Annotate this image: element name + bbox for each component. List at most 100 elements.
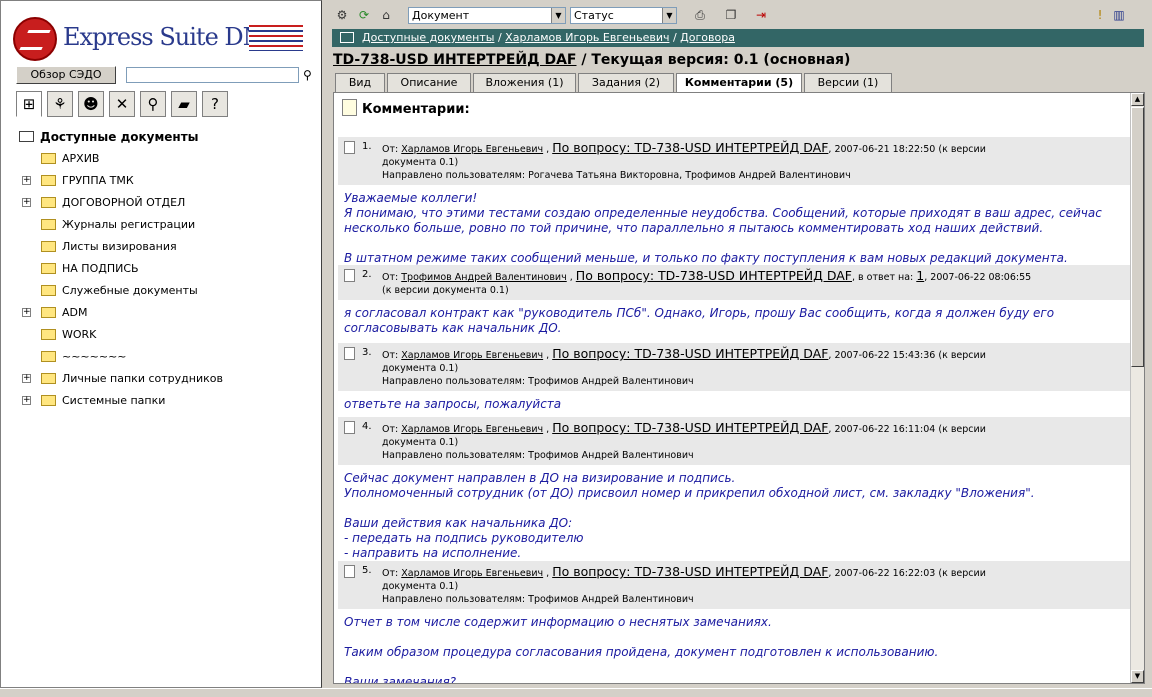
directed-label: Направлено пользователям:	[382, 594, 526, 605]
document-type-select[interactable]: Документ ▼	[408, 7, 566, 24]
stats-icon[interactable]: ▥	[1110, 6, 1128, 24]
expand-icon[interactable]: +	[22, 308, 31, 317]
document-icon[interactable]	[344, 565, 355, 578]
document-link[interactable]: TD-738-USD ИНТЕРТРЕЙД DAF	[333, 52, 576, 68]
scrollbar[interactable]: ▲ ▼	[1130, 93, 1144, 683]
reply-link[interactable]: 1	[916, 268, 924, 283]
tree-root[interactable]: Доступные документы	[19, 126, 314, 148]
alert-icon[interactable]: !	[1091, 6, 1109, 24]
comment-meta: От: Харламов Игорь Евгеньевич , По вопро…	[382, 346, 986, 361]
tree-icon[interactable]: ⊞	[16, 91, 42, 117]
refresh-icon[interactable]: ⟳	[355, 6, 373, 24]
comment-subject[interactable]: По вопросу: TD-738-USD ИНТЕРТРЕЙД DAF	[576, 268, 852, 283]
tree-item[interactable]: ~~~~~~~	[19, 346, 314, 368]
directed-label: Направлено пользователям:	[382, 170, 526, 181]
tree-item-label: ДОГОВОРНОЙ ОТДЕЛ	[62, 196, 186, 209]
document-icon[interactable]	[344, 269, 355, 282]
tab-comments[interactable]: Комментарии (5)	[676, 73, 802, 93]
from-label: От:	[382, 424, 399, 435]
tree-item[interactable]: Листы визирования	[19, 236, 314, 258]
tree-sync-icon[interactable]: ⚙	[333, 6, 351, 24]
comment-subject[interactable]: По вопросу: TD-738-USD ИНТЕРТРЕЙД DAF	[552, 420, 828, 435]
tree-item-label: ГРУППА ТМК	[62, 174, 134, 187]
scroll-up-icon[interactable]: ▲	[1131, 93, 1144, 106]
folder-icon	[41, 306, 56, 318]
comment-author[interactable]: Харламов Игорь Евгеньевич	[401, 424, 543, 435]
expand-icon[interactable]: +	[22, 198, 31, 207]
comment-recipients: Направлено пользователям: Рогачева Татья…	[382, 169, 1125, 182]
home-icon[interactable]: ⌂	[377, 6, 395, 24]
tree-item[interactable]: + ADM	[19, 302, 314, 324]
status-select[interactable]: Статус ▼	[570, 7, 677, 24]
expand-icon[interactable]: +	[22, 374, 31, 383]
tree-item[interactable]: WORK	[19, 324, 314, 346]
tab-tasks[interactable]: Задания (2)	[578, 73, 674, 92]
tree-item-label: Личные папки сотрудников	[62, 372, 223, 385]
document-icon[interactable]	[344, 141, 355, 154]
comment-header: 1. От: Харламов Игорь Евгеньевич , По воп…	[338, 137, 1131, 185]
comment-body: Сейчас документ направлен в ДО на визиро…	[344, 471, 1035, 560]
status-value: Статус	[574, 9, 614, 22]
breadcrumb: Доступные документы / Харламов Игорь Евг…	[332, 29, 1144, 47]
comment-meta: От: Трофимов Андрей Валентинович , По во…	[382, 268, 1032, 283]
from-label: От:	[382, 568, 399, 579]
directed-label: Направлено пользователям:	[382, 450, 526, 461]
logo-emblem-icon	[13, 17, 57, 61]
comment-subject[interactable]: По вопросу: TD-738-USD ИНТЕРТРЕЙД DAF	[552, 140, 828, 155]
expand-icon[interactable]: +	[22, 176, 31, 185]
tree-item[interactable]: Служебные документы	[19, 280, 314, 302]
recipients-list: Трофимов Андрей Валентинович	[528, 450, 694, 461]
tab-versions[interactable]: Версии (1)	[804, 73, 892, 92]
exit-icon[interactable]: ⇥	[752, 6, 770, 24]
tree-item[interactable]: НА ПОДПИСЬ	[19, 258, 314, 280]
help-icon[interactable]: ?	[202, 91, 228, 117]
folder-icon	[41, 350, 56, 362]
new-comment-icon[interactable]	[342, 99, 357, 116]
tab-attachments[interactable]: Вложения (1)	[473, 73, 576, 92]
search-icon[interactable]: ⚲	[140, 91, 166, 117]
tree-item[interactable]: + ГРУППА ТМК	[19, 170, 314, 192]
tree-item[interactable]: + ДОГОВОРНОЙ ОТДЕЛ	[19, 192, 314, 214]
users-icon[interactable]: ☻	[78, 91, 104, 117]
search-icon[interactable]: ⚲	[303, 68, 312, 82]
tools-icon[interactable]: ✕	[109, 91, 135, 117]
comment-author[interactable]: Харламов Игорь Евгеньевич	[401, 144, 543, 155]
breadcrumb-item[interactable]: Договора	[680, 31, 735, 44]
comments-panel: Комментарии: 1. От: Харламов Игорь Евгень…	[333, 92, 1145, 684]
comment-version: документа 0.1)	[382, 581, 459, 592]
breadcrumb-item[interactable]: Харламов Игорь Евгеньевич	[505, 31, 669, 44]
tab-description[interactable]: Описание	[387, 73, 471, 92]
tree-item[interactable]: + Системные папки	[19, 390, 314, 412]
print-icon[interactable]: ⎙	[691, 6, 709, 24]
scroll-down-icon[interactable]: ▼	[1131, 670, 1144, 683]
left-search-input[interactable]	[126, 67, 299, 83]
copy-icon[interactable]: ❐	[722, 6, 740, 24]
tree-item[interactable]: АРХИВ	[19, 148, 314, 170]
folder-icon	[41, 284, 56, 296]
comment-author[interactable]: Харламов Игорь Евгеньевич	[401, 350, 543, 361]
book-icon[interactable]: ▰	[171, 91, 197, 117]
comment: 4. От: Харламов Игорь Евгеньевич , По воп…	[338, 417, 1131, 561]
comment-subject[interactable]: По вопросу: TD-738-USD ИНТЕРТРЕЙД DAF	[552, 346, 828, 361]
folder-icon	[41, 328, 56, 340]
workflow-icon[interactable]: ⚘	[47, 91, 73, 117]
breadcrumb-item[interactable]: Доступные документы	[362, 31, 494, 44]
folder-icon	[41, 174, 56, 186]
document-icon[interactable]	[344, 347, 355, 360]
browse-sedo-button[interactable]: Обзор СЭДО	[16, 66, 116, 84]
comment-header: 5. От: Харламов Игорь Евгеньевич , По воп…	[338, 561, 1131, 609]
folder-tree: Доступные документы АРХИВ + ГРУППА ТМК + ДОГ…	[19, 126, 314, 412]
comment-subject[interactable]: По вопросу: TD-738-USD ИНТЕРТРЕЙД DAF	[552, 564, 828, 579]
tree-item[interactable]: + Личные папки сотрудников	[19, 368, 314, 390]
tree-item-label: Журналы регистрации	[62, 218, 196, 231]
left-panel: Express Suite DMS Обзор СЭДО ⚲ ⊞ ⚘ ☻ ✕ ⚲ ▰? Д…	[0, 0, 322, 688]
tree-item[interactable]: Журналы регистрации	[19, 214, 314, 236]
tab-view[interactable]: Вид	[335, 73, 385, 92]
comment-author[interactable]: Харламов Игорь Евгеньевич	[401, 568, 543, 579]
comment: 1. От: Харламов Игорь Евгеньевич , По воп…	[338, 137, 1131, 266]
scroll-thumb[interactable]	[1131, 107, 1144, 367]
expand-icon[interactable]: +	[22, 396, 31, 405]
tree-item-label: Служебные документы	[62, 284, 198, 297]
document-icon[interactable]	[344, 421, 355, 434]
comment-author[interactable]: Трофимов Андрей Валентинович	[401, 272, 566, 283]
